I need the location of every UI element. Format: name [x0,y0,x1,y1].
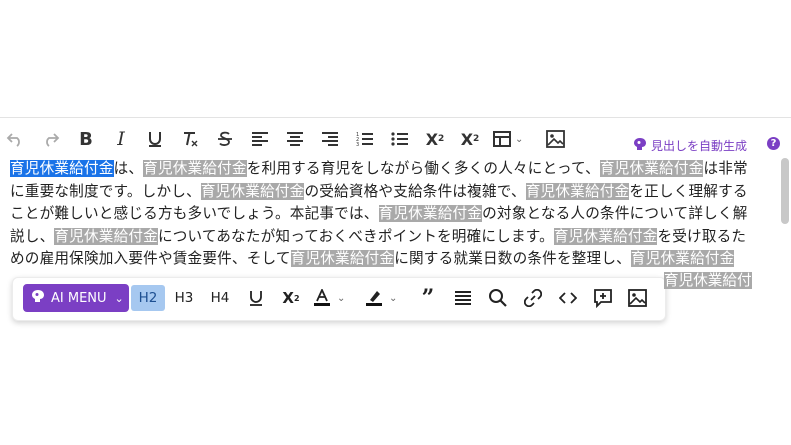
heading-3-button[interactable]: H3 [167,285,201,311]
text-segment: を正しく理解する [629,182,748,200]
justify-icon[interactable] [450,285,476,311]
editor-toolbar: B I 123 X2 X2 ⌄ 見出しを自動生成 ? [0,118,791,158]
text-segment: を利用する育児をしながら働く多くの人々にとって、 [246,160,600,177]
highlighted-term: 育児休業給付金 [553,227,658,245]
ordered-list-icon[interactable]: 123 [352,126,378,152]
clear-format-icon[interactable] [177,126,203,152]
text-line: 育児休業給付金は、育児休業給付金を利用する育児をしながら働く多くの人々にとって、… [10,158,760,181]
text-segment: の対象となる人の条件について詳しく解 [482,205,748,223]
highlighted-term: 育児休業給付金 [290,250,395,268]
code-icon[interactable] [555,285,581,311]
quote-icon[interactable]: ” [415,285,441,311]
partial-text-line: 育児休業給付 [664,270,752,292]
redo-icon[interactable] [38,126,64,152]
floating-toolbar: AI MENU ⌄ H2 H3 H4 X2 ⌄ ⌄ ” [12,277,666,321]
text-segment: は、 [113,160,144,177]
ai-menu-label: AI MENU [51,290,107,306]
bullet-list-icon[interactable] [387,126,413,152]
text-segment: を受け取るた [657,227,747,245]
add-comment-icon[interactable] [590,285,616,311]
strikethrough-icon[interactable] [212,126,238,152]
highlight-color-icon[interactable]: ⌄ [365,285,409,311]
undo-icon[interactable] [2,126,28,152]
editor-content[interactable]: 育児休業給付金は、育児休業給付金を利用する育児をしながら働く多くの人々にとって、… [10,158,760,271]
text-line: に重要な制度です。しかし、育児休業給付金の受給資格や支給条件は複雑で、育児休業給… [10,181,760,204]
underline-icon[interactable] [142,126,168,152]
brain-icon [633,137,647,154]
generate-heading-button[interactable]: 見出しを自動生成 [633,137,747,154]
text-segment: に重要な制度です。しかし、 [10,182,201,200]
superscript-icon[interactable]: X2 [422,126,448,152]
heading-2-button[interactable]: H2 [131,285,165,311]
text-segment: は非常 [703,160,748,177]
align-center-icon[interactable] [282,126,308,152]
chevron-down-icon: ⌄ [515,133,524,145]
highlighted-term: 育児休業給付 [664,272,752,289]
image-icon[interactable] [542,126,568,152]
highlighted-term: 育児休業給付金 [378,205,483,223]
highlighted-term: 育児休業給付金 [200,182,305,200]
align-right-icon[interactable] [317,126,343,152]
text-line: めの雇用保険加入要件や賃金要件、そして育児休業給付金に関する就業日数の条件を整理… [10,248,760,271]
help-icon[interactable]: ? [767,137,780,150]
link-icon[interactable] [520,285,546,311]
text-segment: ことが難しいと感じる方も多いでしょう。本記事では、 [10,205,379,223]
chevron-down-icon: ⌄ [114,291,124,305]
text-line: 説し、育児休業給付金についてあなたが知っておくべきポイントを明確にします。育児休… [10,226,760,249]
text-color-icon[interactable]: ⌄ [313,285,353,311]
insert-image-icon[interactable] [624,285,650,311]
underline-icon[interactable] [243,285,269,311]
text-segment: めの雇用保険加入要件や賃金要件、そして [10,250,291,268]
align-left-icon[interactable] [247,126,273,152]
generate-heading-label: 見出しを自動生成 [651,139,748,153]
highlighted-term: 育児休業給付金 [54,227,158,245]
highlighted-term: 育児休業給付金 [143,160,247,177]
svg-text:3: 3 [356,142,359,147]
scrollbar[interactable] [781,158,789,224]
text-segment: の受給資格や支給条件は複雑で、 [304,182,526,200]
subscript-icon[interactable]: X2 [457,126,483,152]
highlighted-term: 育児休業給付金 [525,182,630,200]
text-segment: についてあなたが知っておくべきポイントを明確にします。 [157,227,554,245]
ai-menu-button[interactable]: AI MENU ⌄ [23,284,129,312]
highlighted-term: 育児休業給付金 [630,250,735,268]
text-segment: に関する就業日数の条件を整理し、 [394,250,631,268]
highlighted-term: 育児休業給付金 [599,160,704,177]
text-line: ことが難しいと感じる方も多いでしょう。本記事では、育児休業給付金の対象となる人の… [10,203,760,226]
chevron-down-icon: ⌄ [337,292,346,304]
chevron-down-icon: ⌄ [389,292,398,304]
table-icon[interactable]: ⌄ [493,126,533,152]
selected-text: 育児休業給付金 [10,160,114,177]
superscript-icon[interactable]: X2 [278,285,304,311]
heading-4-button[interactable]: H4 [203,285,237,311]
search-icon[interactable] [485,285,511,311]
text-segment: 説し、 [10,227,55,245]
bold-icon[interactable]: B [73,126,99,152]
italic-icon[interactable]: I [108,126,134,152]
brain-icon [31,289,45,307]
